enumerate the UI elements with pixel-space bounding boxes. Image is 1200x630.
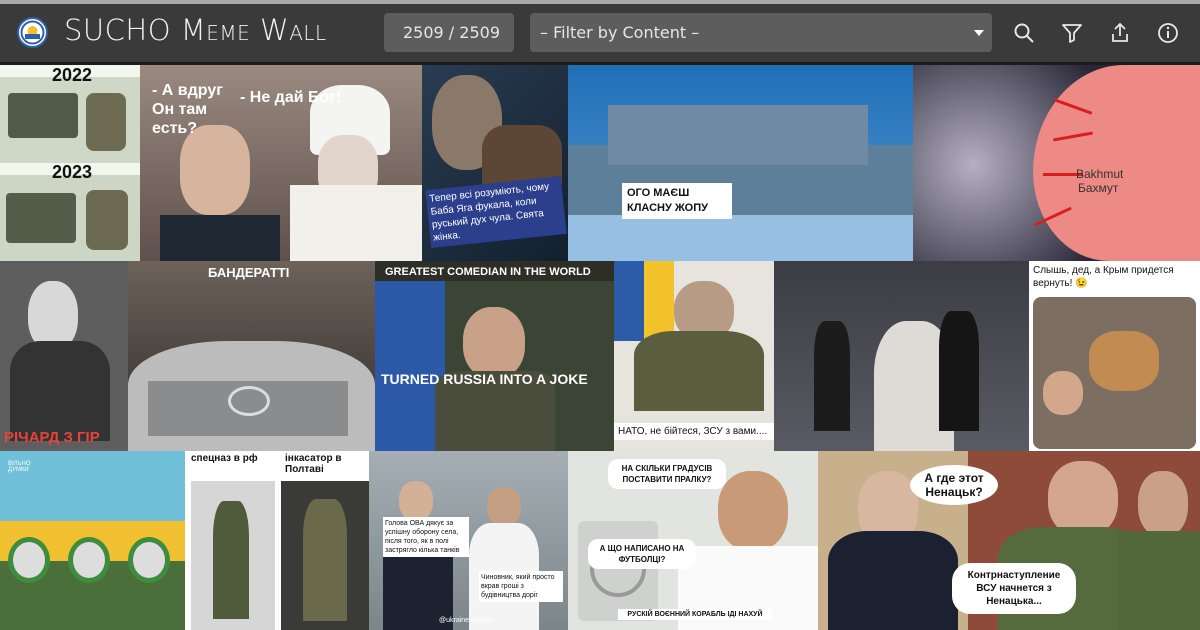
meme-tile[interactable]: Bakhmut Бахмут (913, 65, 1200, 261)
meme-text: НА СКІЛЬКИ ГРАДУСІВ ПОСТАВИТИ ПРАЛКУ? (608, 459, 726, 489)
meme-text: РУСКІЙ ВОЄННИЙ КОРАБЛЬ ІДІ НАХУЙ (618, 609, 772, 620)
chevron-down-icon (974, 30, 984, 36)
meme-tile[interactable]: Слышь, дед, а Крым придется вернуть! 😉 (1029, 261, 1200, 451)
meme-text: БАНДЕРАТТІ (208, 265, 290, 280)
share-icon[interactable] (1109, 22, 1131, 44)
meme-counter: 2509 / 2509 (384, 13, 514, 52)
meme-text: - А вдруг Он там есть? (152, 82, 223, 137)
filter-placeholder: – Filter by Content – (540, 23, 700, 42)
meme-text: 2022 (52, 65, 93, 85)
meme-text: Бахмут (1078, 181, 1119, 195)
app-title: SUCHO Meme Wall (64, 13, 327, 47)
meme-text: спецназ в рф (191, 453, 258, 464)
meme-tile[interactable]: спецназ в рф інкасатор в Полтаві (185, 451, 369, 630)
meme-text: TURNED RUSSIA INTO A JOKE (381, 371, 588, 387)
meme-grid: 2022 2023 - А вдруг Он там есть? - Не да… (0, 65, 1200, 630)
meme-tile[interactable]: Тепер всі розуміють, чому Баба Яга фукал… (422, 65, 568, 261)
meme-text: РІЧАРД З ГІР (4, 429, 100, 446)
meme-text: А где этот Ненацьк? (910, 465, 998, 505)
app-title-main: SUCHO (64, 13, 172, 47)
meme-tile[interactable]: НАТО, не бійтеся, ЗСУ з вами.... (614, 261, 774, 451)
meme-text: А ЩО НАПИСАНО НА ФУТБОЛЦІ? (588, 539, 696, 569)
meme-text: @ukrainememes (439, 617, 493, 624)
meme-tile[interactable]: Голова ОВА дякує за успішну оборону села… (369, 451, 568, 630)
app-header: SUCHO Meme Wall 2509 / 2509 – Filter by … (0, 4, 1200, 62)
sucho-logo[interactable] (17, 17, 48, 48)
meme-text: Контрнаступление ВСУ начнется з Ненацька… (952, 563, 1076, 614)
meme-text: Тепер всі розуміють, чому Баба Яга фукал… (425, 176, 567, 248)
meme-text: Слышь, дед, а Крым придется вернуть! 😉 (1033, 265, 1174, 289)
meme-tile[interactable]: А где этот Ненацьк? Контрнаступление ВСУ… (818, 451, 1200, 630)
app-title-rest: Meme Wall (180, 13, 327, 47)
content-filter-select[interactable]: – Filter by Content – (530, 13, 992, 52)
meme-text: GREATEST COMEDIAN IN THE WORLD (385, 266, 591, 278)
meme-text: Bakhmut (1076, 167, 1124, 181)
meme-tile[interactable]: 2022 2023 (0, 65, 140, 261)
search-icon[interactable] (1013, 22, 1035, 44)
meme-tile[interactable]: НА СКІЛЬКИ ГРАДУСІВ ПОСТАВИТИ ПРАЛКУ? А … (568, 451, 818, 630)
meme-tile[interactable]: GREATEST COMEDIAN IN THE WORLD TURNED RU… (375, 261, 614, 451)
meme-tile[interactable]: РІЧАРД З ГІР (0, 261, 128, 451)
meme-text: Голова ОВА дякує за успішну оборону села… (383, 517, 469, 557)
meme-text: ВІЛЬНО ДУМКИ (8, 461, 31, 473)
meme-text: ОГО МАЄШ КЛАСНУ ЖОПУ (622, 183, 732, 219)
meme-text: інкасатор в Полтаві (285, 453, 342, 475)
meme-text: Чиновник, який просто вкрав гроші з буді… (479, 571, 563, 602)
meme-text: - Не дай Бог! (240, 89, 342, 106)
meme-text: НАТО, не бійтеся, ЗСУ з вами.... (614, 423, 774, 440)
info-icon[interactable] (1157, 22, 1179, 44)
meme-tile[interactable]: ОГО МАЄШ КЛАСНУ ЖОПУ (568, 65, 913, 261)
meme-tile[interactable]: БАНДЕРАТТІ (128, 261, 375, 451)
filter-icon[interactable] (1061, 22, 1083, 44)
meme-tile[interactable]: ВІЛЬНО ДУМКИ (0, 451, 185, 630)
meme-tile[interactable] (774, 261, 1029, 451)
meme-tile[interactable]: - А вдруг Он там есть? - Не дай Бог! (140, 65, 422, 261)
meme-text: 2023 (52, 162, 93, 182)
